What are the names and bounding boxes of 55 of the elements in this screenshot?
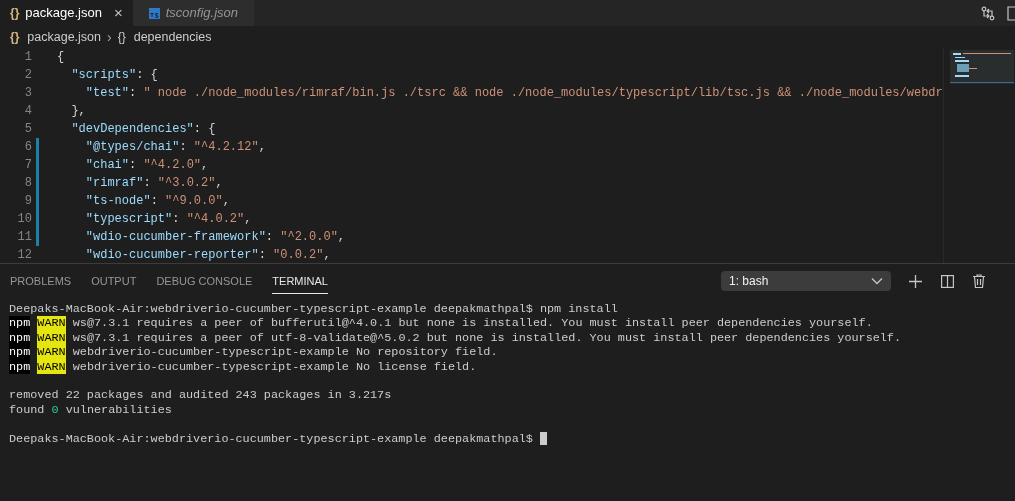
line-number: 6 bbox=[23, 139, 32, 156]
text-cursor bbox=[539, 431, 547, 445]
line-number: 10 bbox=[16, 211, 32, 228]
braces-icon: {} bbox=[10, 28, 20, 46]
panel-tab[interactable]: TERMINAL bbox=[272, 267, 328, 295]
code-line: "ts-node": "^9.0.0", bbox=[84, 193, 230, 210]
code-line: "chai": "^4.2.0", bbox=[84, 157, 209, 174]
compare-changes-icon[interactable] bbox=[981, 5, 995, 21]
split-terminal-icon[interactable] bbox=[941, 274, 954, 288]
add-icon[interactable] bbox=[909, 274, 922, 288]
code-line: "test": " node ./node_modules/rimraf/bin.js ./tsrc && node ./node_modules/typescript/lib/tsc.js && ./node_modules/webdr bbox=[84, 85, 943, 102]
split-editor-icon[interactable] bbox=[1007, 5, 1015, 21]
terminal-line: npm WARN ws@7.3.1 requires a peer of bufferutil@^4.0.1 but none is installed. You must install peer dependencies yourself. bbox=[9, 316, 873, 331]
trash-icon[interactable] bbox=[973, 274, 985, 288]
terminal-line: npm WARN webdriverio-cucumber-typescript-example No repository field. bbox=[9, 345, 498, 360]
editor-tab[interactable]: {} package.json × bbox=[0, 0, 133, 26]
terminal-select[interactable]: 1: bash bbox=[721, 271, 891, 291]
code-line: "devDependencies": { bbox=[70, 121, 216, 138]
chevron-down-icon bbox=[871, 277, 883, 285]
code-line: "typescript": "^4.0.2", bbox=[84, 211, 252, 228]
line-number: 9 bbox=[23, 193, 32, 210]
terminal-line: removed 22 packages and audited 243 packages in 3.217s bbox=[9, 388, 392, 403]
terminal-line: npm WARN ws@7.3.1 requires a peer of utf-8-validate@^5.0.2 but none is installed. You must install peer dependencies yourself. bbox=[9, 330, 902, 346]
braces-icon: {} bbox=[117, 28, 126, 46]
minimap-drawing bbox=[950, 50, 1014, 84]
code-line: "@types/chai": "^4.2.12", bbox=[84, 139, 266, 156]
line-number: 8 bbox=[23, 175, 32, 192]
terminal-line: npm WARN webdriverio-cucumber-typescript-example No license field. bbox=[9, 359, 477, 374]
line-number: 1 bbox=[23, 49, 32, 66]
terminal-line: Deepaks-MacBook-Air:webdriverio-cucumber-typescript-example deepakmathpal$ npm install bbox=[9, 302, 618, 317]
close-icon[interactable]: × bbox=[113, 1, 123, 25]
line-number: 7 bbox=[23, 157, 32, 174]
panel-tab[interactable]: OUTPUT bbox=[91, 267, 137, 295]
line-number: 11 bbox=[16, 229, 32, 246]
line-number: 4 bbox=[23, 103, 32, 120]
chevron-icon: › bbox=[107, 26, 112, 48]
line-number: 3 bbox=[23, 85, 32, 102]
code-line: "wdio-cucumber-framework": "^2.0.0", bbox=[84, 229, 346, 246]
breadcrumb-item[interactable]: dependencies bbox=[133, 27, 212, 47]
line-number: 12 bbox=[16, 247, 32, 264]
panel-tab[interactable]: DEBUG CONSOLE bbox=[156, 267, 253, 295]
typescript-file-icon bbox=[148, 7, 160, 19]
code-line: "wdio-cucumber-reporter": "0.0.2", bbox=[84, 247, 331, 264]
line-number: 5 bbox=[23, 121, 32, 138]
code-line: }, bbox=[70, 103, 86, 120]
braces-icon: {} bbox=[10, 4, 20, 22]
panel-tab[interactable]: PROBLEMS bbox=[10, 267, 72, 295]
terminal-line: found 0 vulnerabilities bbox=[9, 402, 172, 418]
terminal-line: Deepaks-MacBook-Air:webdriverio-cucumber-typescript-example deepakmathpal$ bbox=[9, 431, 534, 446]
code-line: { bbox=[57, 49, 65, 66]
line-number: 2 bbox=[23, 67, 32, 84]
code-line: "scripts": { bbox=[70, 67, 158, 84]
breadcrumb-item[interactable]: package.json bbox=[27, 27, 101, 47]
code-line: "rimraf": "^3.0.2", bbox=[84, 175, 223, 192]
editor-tab[interactable]: tsconfig.json bbox=[132, 0, 254, 26]
